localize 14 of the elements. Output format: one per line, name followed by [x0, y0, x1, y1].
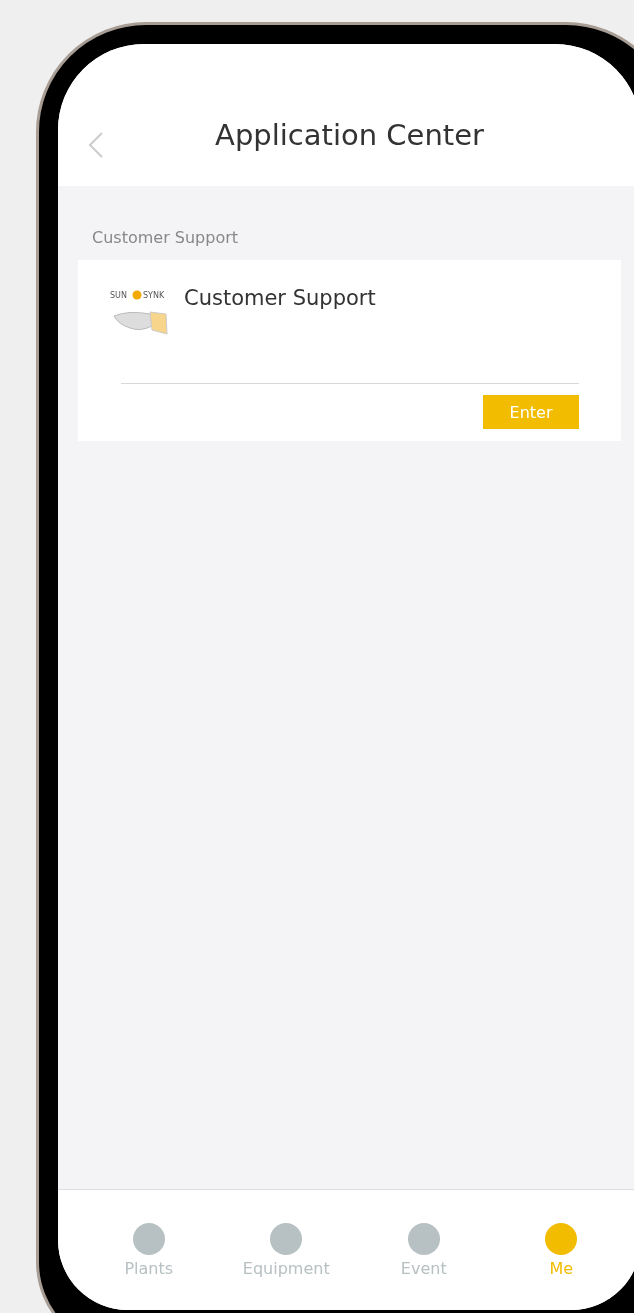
- page-title: Application Center: [215, 118, 484, 154]
- logo-drawing: SUN SYNK: [110, 288, 170, 340]
- nav-tab[interactable]: Plants: [80, 1190, 218, 1310]
- circle-icon: [132, 1223, 165, 1255]
- enter-button[interactable]: Enter: [483, 395, 579, 429]
- app-title: Customer Support: [184, 286, 376, 310]
- circle-icon: [545, 1223, 578, 1255]
- circle-icon: [270, 1223, 303, 1255]
- section-label: Customer Support: [92, 228, 240, 247]
- nav-tab[interactable]: Event: [355, 1190, 493, 1310]
- circle-icon: [407, 1223, 440, 1255]
- back-icon[interactable]: [88, 132, 104, 158]
- nav-tab[interactable]: Equipment: [217, 1190, 355, 1310]
- nav-tab[interactable]: Me: [492, 1190, 630, 1310]
